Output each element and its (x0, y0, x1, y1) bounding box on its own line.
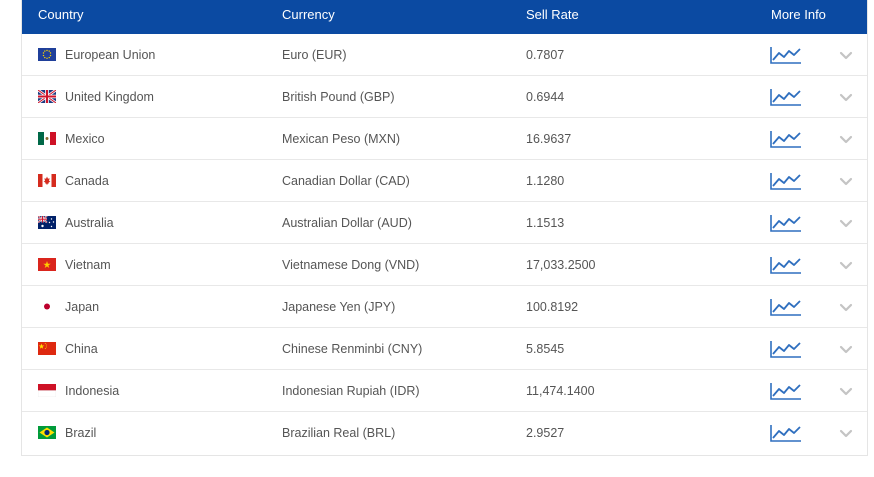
brazil-flag-icon (38, 426, 56, 439)
header-country: Country (38, 7, 84, 22)
row-sell-rate: 0.6944 (526, 90, 565, 104)
table-header: Country Currency Sell Rate More Info (22, 0, 867, 34)
rate-chart-icon[interactable] (770, 255, 802, 275)
row-country: Japan (65, 300, 100, 314)
uk-flag-icon (38, 90, 56, 103)
row-country: European Union (65, 48, 156, 62)
indonesia-flag-icon (38, 384, 56, 397)
china-flag-icon (38, 342, 56, 355)
row-country: Brazil (65, 426, 97, 440)
rate-chart-icon[interactable] (770, 423, 802, 443)
mexico-flag-icon (38, 132, 56, 145)
chevron-down-icon[interactable] (839, 426, 853, 440)
row-sell-rate: 0.7807 (526, 48, 565, 62)
exchange-rate-table: Country Currency Sell Rate More Info Eur… (21, 0, 868, 456)
row-currency: Euro (EUR) (282, 48, 347, 62)
row-currency: Chinese Renminbi (CNY) (282, 342, 423, 356)
chevron-down-icon[interactable] (839, 132, 853, 146)
table-row: Indonesia Indonesian Rupiah (IDR) 11,474… (22, 370, 867, 412)
chevron-down-icon[interactable] (839, 90, 853, 104)
chevron-down-icon[interactable] (839, 174, 853, 188)
row-country: Mexico (65, 132, 105, 146)
header-more-info: More Info (771, 7, 826, 22)
row-sell-rate: 11,474.1400 (526, 384, 595, 398)
row-currency: Vietnamese Dong (VND) (282, 258, 420, 272)
rate-chart-icon[interactable] (770, 381, 802, 401)
row-currency: British Pound (GBP) (282, 90, 395, 104)
row-currency: Indonesian Rupiah (IDR) (282, 384, 420, 398)
row-sell-rate: 1.1280 (526, 174, 565, 188)
chevron-down-icon[interactable] (839, 384, 853, 398)
row-sell-rate: 17,033.2500 (526, 258, 596, 272)
chevron-down-icon[interactable] (839, 48, 853, 62)
rate-chart-icon[interactable] (770, 339, 802, 359)
rate-chart-icon[interactable] (770, 87, 802, 107)
table-row: Brazil Brazilian Real (BRL) 2.9527 (22, 412, 867, 454)
row-currency: Mexican Peso (MXN) (282, 132, 401, 146)
table-row: Japan Japanese Yen (JPY) 100.8192 (22, 286, 867, 328)
row-currency: Japanese Yen (JPY) (282, 300, 396, 314)
table-row: Canada Canadian Dollar (CAD) 1.1280 (22, 160, 867, 202)
rate-chart-icon[interactable] (770, 171, 802, 191)
header-sell-rate: Sell Rate (526, 7, 579, 22)
chevron-down-icon[interactable] (839, 300, 853, 314)
row-country: Australia (65, 216, 114, 230)
row-currency: Australian Dollar (AUD) (282, 216, 412, 230)
rate-chart-icon[interactable] (770, 213, 802, 233)
row-sell-rate: 16.9637 (526, 132, 572, 146)
header-currency: Currency (282, 7, 335, 22)
chevron-down-icon[interactable] (839, 258, 853, 272)
rate-chart-icon[interactable] (770, 45, 802, 65)
rate-chart-icon[interactable] (770, 129, 802, 149)
row-sell-rate: 100.8192 (526, 300, 579, 314)
row-sell-rate: 2.9527 (526, 426, 565, 440)
table-row: European Union Euro (EUR) 0.7807 (22, 34, 867, 76)
table-row: Vietnam Vietnamese Dong (VND) 17,033.250… (22, 244, 867, 286)
row-country: China (65, 342, 98, 356)
row-currency: Canadian Dollar (CAD) (282, 174, 410, 188)
row-sell-rate: 1.1513 (526, 216, 565, 230)
chevron-down-icon[interactable] (839, 342, 853, 356)
vietnam-flag-icon (38, 258, 56, 271)
row-country: Vietnam (65, 258, 111, 272)
table-row: Mexico Mexican Peso (MXN) 16.9637 (22, 118, 867, 160)
row-country: Canada (65, 174, 109, 188)
australia-flag-icon (38, 216, 56, 229)
row-country: Indonesia (65, 384, 120, 398)
row-currency: Brazilian Real (BRL) (282, 426, 396, 440)
row-country: United Kingdom (65, 90, 154, 104)
table-row: Australia Australian Dollar (AUD) 1.1513 (22, 202, 867, 244)
table-row: United Kingdom British Pound (GBP) 0.694… (22, 76, 867, 118)
row-sell-rate: 5.8545 (526, 342, 565, 356)
eu-flag-icon (38, 48, 56, 61)
rate-chart-icon[interactable] (770, 297, 802, 317)
japan-flag-icon (38, 300, 56, 313)
chevron-down-icon[interactable] (839, 216, 853, 230)
canada-flag-icon (38, 174, 56, 187)
table-row: China Chinese Renminbi (CNY) 5.8545 (22, 328, 867, 370)
